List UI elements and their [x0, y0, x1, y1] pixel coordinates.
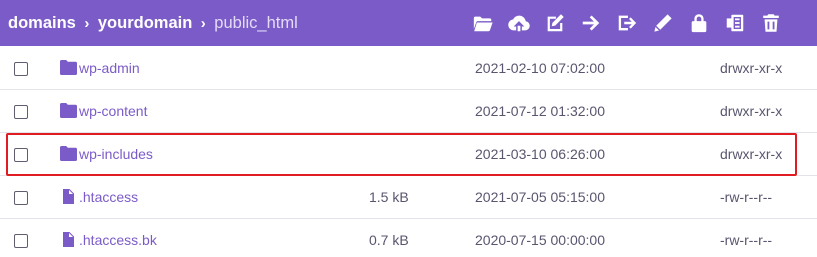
file-date: 2021-03-10 06:26:00: [475, 146, 605, 162]
file-permissions: drwxr-xr-x: [720, 60, 783, 76]
folder-open-icon[interactable]: [469, 10, 497, 36]
folder-icon: [60, 103, 77, 118]
file-name[interactable]: .htaccess.bk: [79, 232, 157, 248]
breadcrumb-yourdomain[interactable]: yourdomain: [98, 14, 192, 33]
archive-icon[interactable]: [721, 10, 749, 36]
file-manager-toolbar: domains › yourdomain › public_html: [0, 0, 817, 46]
row-checkbox[interactable]: [14, 191, 28, 205]
file-date: 2020-07-15 00:00:00: [475, 232, 605, 248]
file-name[interactable]: wp-admin: [79, 60, 140, 76]
file-date: 2021-02-10 07:02:00: [475, 60, 605, 76]
folder-icon: [60, 146, 77, 161]
file-row[interactable]: .htaccess 1.5 kB 2021-07-05 05:15:00 -rw…: [0, 176, 817, 219]
breadcrumb-separator: ›: [200, 14, 206, 32]
file-permissions: -rw-r--r--: [720, 232, 773, 248]
row-checkbox[interactable]: [14, 234, 28, 248]
row-checkbox[interactable]: [14, 105, 28, 119]
breadcrumb-domains[interactable]: domains: [8, 14, 76, 33]
logout-icon[interactable]: [613, 10, 641, 36]
file-row[interactable]: wp-includes 2021-03-10 06:26:00 drwxr-xr…: [0, 133, 817, 176]
file-name[interactable]: wp-content: [79, 103, 147, 119]
cloud-upload-icon[interactable]: [505, 10, 533, 36]
file-permissions: drwxr-xr-x: [720, 146, 783, 162]
file-icon: [60, 189, 77, 204]
pencil-icon[interactable]: [649, 10, 677, 36]
trash-icon[interactable]: [757, 10, 785, 36]
lock-icon[interactable]: [685, 10, 713, 36]
file-date: 2021-07-05 05:15:00: [475, 189, 605, 205]
file-date: 2021-07-12 01:32:00: [475, 103, 605, 119]
file-row[interactable]: .htaccess.bk 0.7 kB 2020-07-15 00:00:00 …: [0, 219, 817, 257]
file-name[interactable]: wp-includes: [79, 146, 153, 162]
file-size: 1.5 kB: [369, 189, 409, 205]
file-icon: [60, 232, 77, 247]
toolbar-actions: [469, 10, 793, 36]
edit-square-icon[interactable]: [541, 10, 569, 36]
file-permissions: -rw-r--r--: [720, 189, 773, 205]
row-checkbox[interactable]: [14, 148, 28, 162]
file-permissions: drwxr-xr-x: [720, 103, 783, 119]
file-size: 0.7 kB: [369, 232, 409, 248]
file-row[interactable]: wp-admin 2021-02-10 07:02:00 drwxr-xr-x: [0, 47, 817, 90]
breadcrumb: domains › yourdomain › public_html: [0, 0, 298, 46]
folder-icon: [60, 60, 77, 75]
row-checkbox[interactable]: [14, 62, 28, 76]
file-name[interactable]: .htaccess: [79, 189, 138, 205]
breadcrumb-separator: ›: [84, 14, 90, 32]
arrow-right-icon[interactable]: [577, 10, 605, 36]
file-row[interactable]: wp-content 2021-07-12 01:32:00 drwxr-xr-…: [0, 90, 817, 133]
breadcrumb-public-html[interactable]: public_html: [214, 14, 297, 33]
